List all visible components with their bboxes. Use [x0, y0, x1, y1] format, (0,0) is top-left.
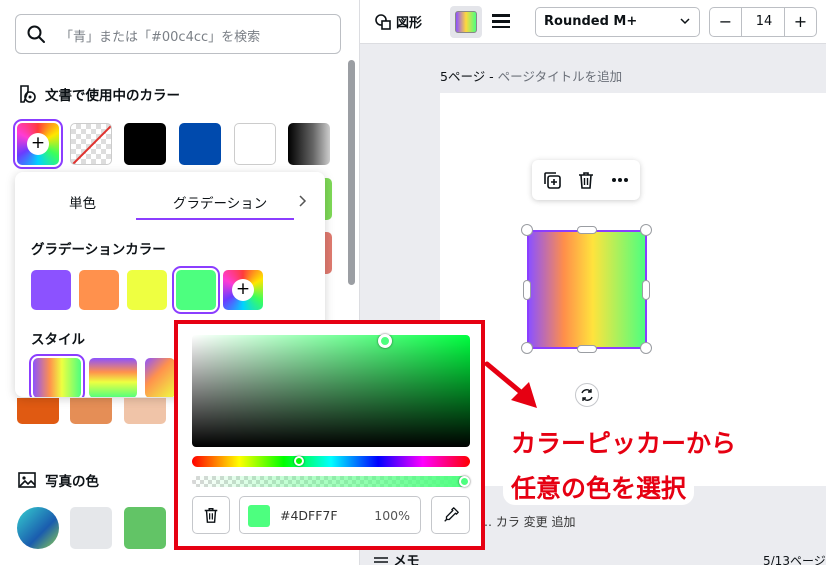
search-icon: [27, 25, 45, 43]
notes-button[interactable]: メモ: [373, 550, 420, 565]
hex-input[interactable]: #4DFF7F 100%: [239, 496, 421, 534]
trash-icon: [204, 507, 218, 523]
resize-handle-bottom[interactable]: [577, 345, 597, 353]
eyedropper-button[interactable]: [431, 496, 470, 534]
element-context-menu: [532, 160, 640, 200]
increase-font-size-button[interactable]: +: [784, 8, 816, 36]
shapes-icon: [375, 13, 391, 30]
gradient-stop-purple[interactable]: [31, 270, 71, 310]
style-linear-vertical[interactable]: [89, 358, 137, 397]
font-size-value[interactable]: 14: [742, 8, 786, 36]
duplicate-icon[interactable]: [542, 170, 562, 190]
saturation-knob[interactable]: [378, 334, 392, 348]
selected-gradient-shape[interactable]: [527, 230, 647, 349]
notes-label: メモ: [393, 554, 420, 565]
decrease-font-size-button[interactable]: −: [710, 8, 742, 36]
no-color-slash-icon: [72, 125, 111, 164]
font-family-dropdown[interactable]: Rounded M+: [535, 7, 700, 37]
page-number: 5ページ: [440, 69, 486, 84]
tab-gradient[interactable]: グラデーション: [173, 192, 267, 212]
style-linear-horizontal[interactable]: [29, 354, 85, 397]
opacity-slider[interactable]: [192, 476, 470, 487]
swatch-white[interactable]: [234, 123, 276, 165]
resize-handle-left[interactable]: [523, 280, 531, 300]
photo-swatch-green[interactable]: [124, 507, 166, 549]
photo-swatch-gray[interactable]: [70, 507, 112, 549]
annotation-line-1: カラーピッカーから: [503, 424, 745, 460]
tab-solid[interactable]: 単色: [69, 192, 96, 212]
page-title-row[interactable]: 5ページ - ページタイトルを追加: [440, 66, 622, 85]
hex-value: #4DFF7F: [280, 508, 338, 523]
border-style-icon[interactable]: [491, 12, 511, 30]
swatch-black-gradient[interactable]: [288, 123, 330, 165]
palette-icon: [20, 85, 36, 103]
partial-page-text: … カラ 変更 追加: [480, 515, 576, 529]
gradient-colors-title: グラデーションカラー: [31, 242, 166, 258]
resize-handle-top-right[interactable]: [640, 224, 652, 236]
style-linear-diagonal[interactable]: [145, 358, 175, 397]
page-counter: 5/13ページ: [763, 554, 826, 565]
resize-handle-top[interactable]: [577, 226, 597, 234]
resize-handle-right[interactable]: [642, 280, 650, 300]
eyedropper-icon: [444, 507, 459, 522]
gradient-stop-yellow[interactable]: [127, 270, 167, 310]
photo-colors-title: 写真の色: [45, 474, 99, 490]
hue-slider[interactable]: [192, 456, 470, 467]
swatch-blue[interactable]: [179, 123, 221, 165]
search-placeholder: 「青」または「#00c4cc」を検索: [60, 30, 261, 45]
shape-button[interactable]: 図形: [374, 12, 422, 31]
style-title: スタイル: [31, 332, 85, 348]
panel-scrollbar[interactable]: [348, 60, 355, 285]
more-options-icon[interactable]: [610, 170, 630, 190]
rotate-handle[interactable]: [575, 383, 599, 407]
swatch-orange[interactable]: [70, 398, 112, 424]
swatch-black[interactable]: [124, 123, 166, 165]
trash-icon[interactable]: [576, 170, 596, 190]
chevron-down-icon: [680, 18, 690, 25]
plus-icon: +: [232, 279, 254, 301]
document-colors-heading: 文書で使用中のカラー: [17, 84, 180, 104]
add-gradient-stop-button[interactable]: +: [223, 270, 263, 310]
notes-icon: [374, 556, 388, 565]
hue-slider-thumb[interactable]: [294, 456, 304, 466]
shape-label: 図形: [396, 16, 423, 31]
photo-swatch-gradient[interactable]: [17, 507, 59, 549]
add-color-button[interactable]: +: [13, 119, 63, 169]
fill-color-preview: [455, 11, 477, 33]
resize-handle-top-left[interactable]: [521, 224, 533, 236]
current-color-preview: [248, 505, 270, 527]
annotation-arrow-icon: [485, 361, 537, 408]
font-name: Rounded M+: [544, 14, 638, 29]
image-icon: [18, 472, 36, 488]
opacity-value[interactable]: 100%: [374, 508, 410, 523]
rotate-icon: [581, 389, 593, 401]
swatch-orange-dark[interactable]: [17, 398, 59, 424]
active-tab-indicator: [136, 218, 294, 220]
swatch-transparent[interactable]: [70, 123, 112, 165]
plus-icon: +: [27, 133, 49, 155]
gradient-stop-green-selected[interactable]: [172, 266, 220, 314]
photo-colors-heading: 写真の色: [17, 470, 99, 490]
document-colors-title: 文書で使用中のカラー: [45, 88, 180, 104]
page-title-placeholder: ページタイトルを追加: [497, 69, 623, 84]
saturation-brightness-area[interactable]: [192, 335, 470, 447]
swatch-peach[interactable]: [124, 398, 166, 424]
delete-color-button[interactable]: [192, 496, 230, 534]
chevron-right-icon[interactable]: [297, 194, 309, 208]
gradient-stop-orange[interactable]: [79, 270, 119, 310]
resize-handle-bottom-right[interactable]: [640, 342, 652, 354]
font-size-stepper: − 14 +: [709, 7, 817, 37]
top-toolbar: 図形 Rounded M+ − 14 +: [360, 0, 826, 44]
fill-color-button[interactable]: [450, 6, 482, 38]
opacity-slider-thumb[interactable]: [459, 476, 470, 487]
annotation-line-2: 任意の色を選択: [503, 469, 695, 505]
resize-handle-bottom-left[interactable]: [521, 342, 533, 354]
color-search-field[interactable]: 「青」または「#00c4cc」を検索: [15, 14, 341, 54]
